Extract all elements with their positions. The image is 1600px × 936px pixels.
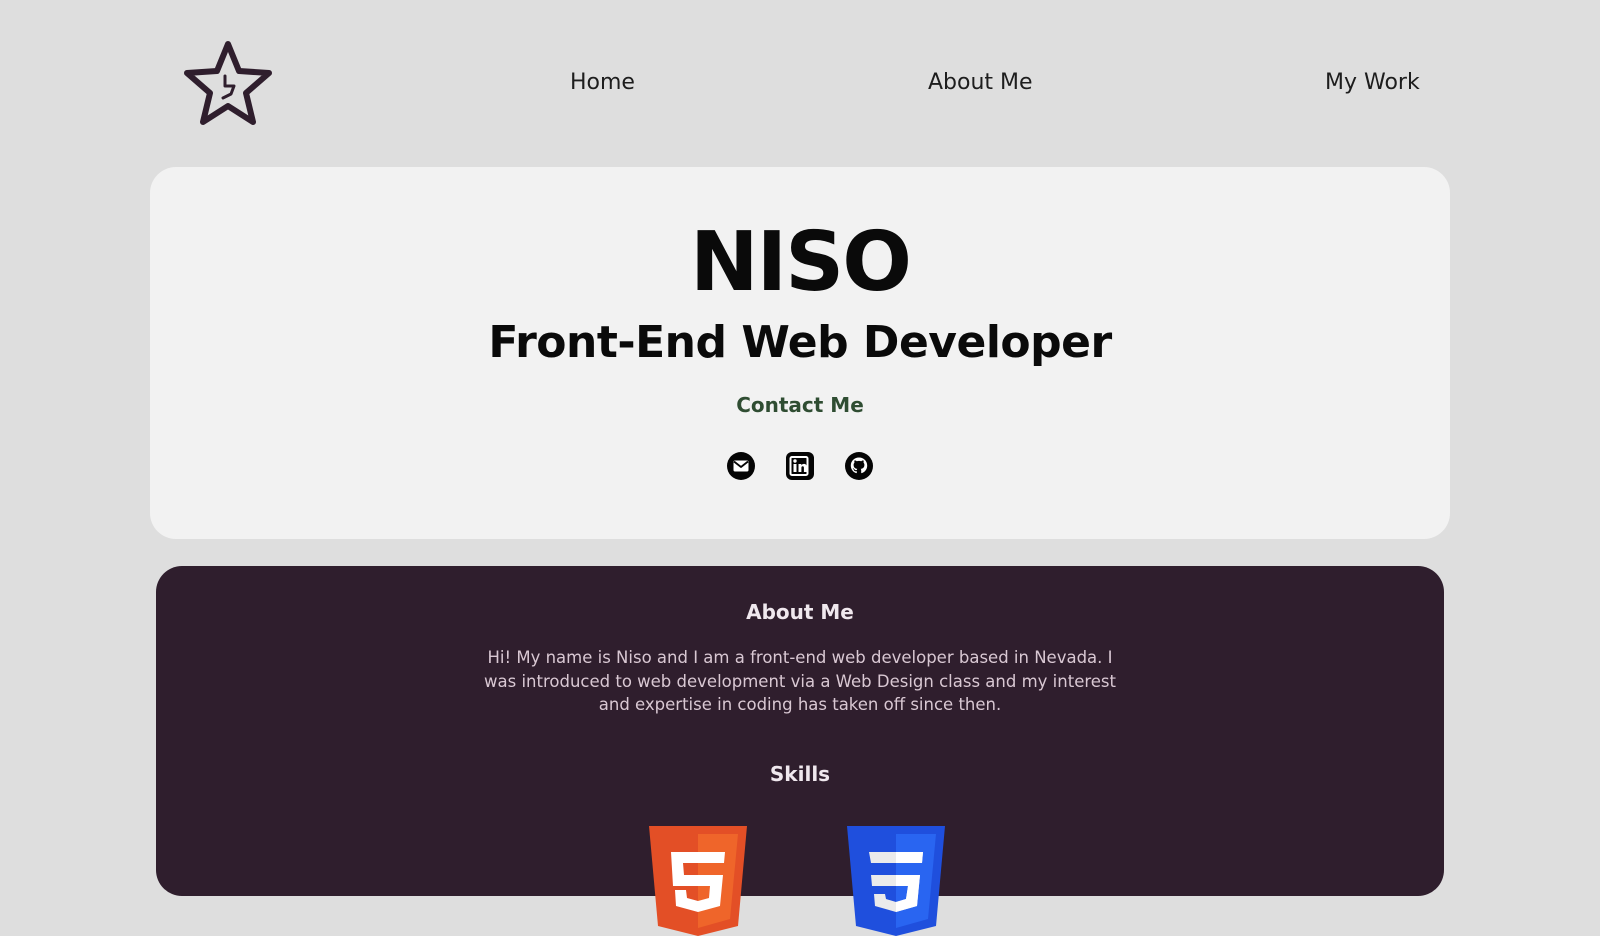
about-text: Hi! My name is Niso and I am a front-end… bbox=[484, 648, 1116, 714]
about-heading: About Me bbox=[746, 600, 854, 624]
hero-role: Front-End Web Developer bbox=[488, 317, 1112, 368]
about-section: About Me Hi! My name is Niso and I am a … bbox=[156, 566, 1444, 936]
hero-name: NISO bbox=[690, 215, 912, 310]
contact-me-link[interactable]: Contact Me bbox=[150, 391, 1450, 419]
github-icon[interactable] bbox=[844, 451, 874, 481]
star-logo-icon[interactable] bbox=[181, 38, 275, 130]
nav-link-home[interactable]: Home bbox=[570, 68, 635, 98]
skills-heading: Skills bbox=[769, 762, 831, 786]
hero-card: NISO Front-End Web Developer Contact Me bbox=[150, 167, 1450, 539]
html5-icon bbox=[649, 826, 747, 936]
linkedin-icon[interactable] bbox=[785, 451, 815, 481]
email-icon[interactable] bbox=[726, 451, 756, 481]
nav-link-about-me[interactable]: About Me bbox=[928, 68, 1033, 98]
nav-link-my-work[interactable]: My Work bbox=[1325, 68, 1420, 98]
css3-icon bbox=[847, 826, 945, 936]
social-links bbox=[150, 451, 1450, 483]
site-header: Home About Me My Work bbox=[0, 0, 1600, 166]
